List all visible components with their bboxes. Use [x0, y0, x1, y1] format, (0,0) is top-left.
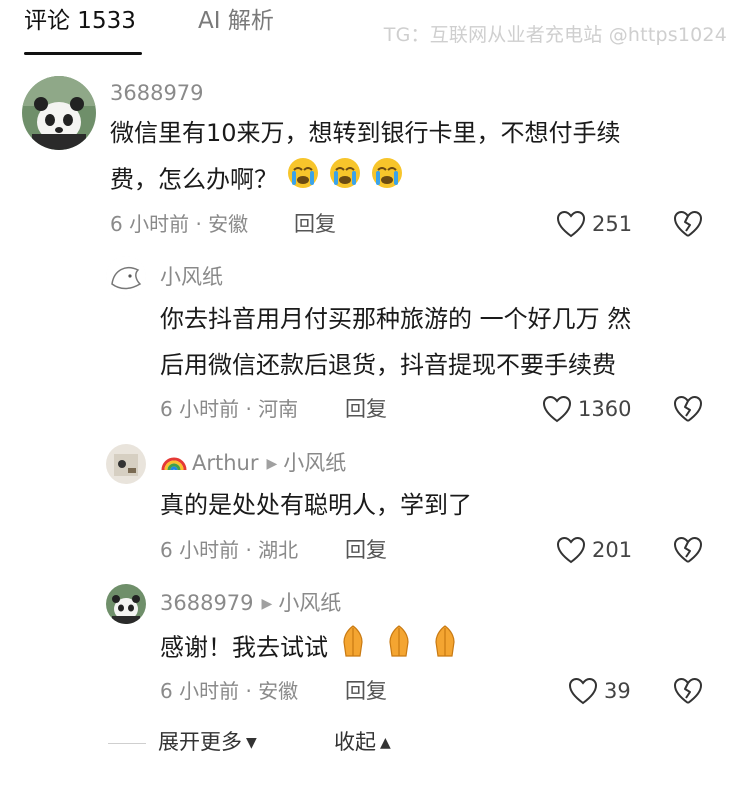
timestamp-location: 6 小时前 · 安徽: [110, 212, 249, 236]
broken-heart-icon: [674, 678, 702, 704]
username[interactable]: 3688979 ▶ 小风纸: [160, 590, 341, 619]
like-count: 1360: [578, 397, 632, 421]
username[interactable]: 小风纸: [160, 264, 223, 290]
dislike-button[interactable]: [672, 536, 704, 568]
like-button[interactable]: 251: [556, 210, 632, 238]
like-count: 251: [592, 212, 633, 236]
heart-icon: [542, 395, 572, 423]
folded-hands-icon: [389, 625, 409, 657]
username[interactable]: 3688979: [110, 80, 204, 106]
reply-button[interactable]: 回复: [345, 537, 387, 563]
comment-text: 感谢！我去试试: [160, 624, 720, 673]
like-count: 201: [592, 538, 633, 562]
avatar[interactable]: [22, 76, 96, 150]
reply-arrow-icon: ▶: [261, 596, 273, 612]
expand-divider: [108, 743, 146, 744]
collapse-button[interactable]: 收起 ▲: [334, 728, 391, 759]
expand-more-button[interactable]: 展开更多 ▼: [158, 728, 257, 759]
username[interactable]: Arthur ▶ 小风纸: [160, 450, 346, 479]
chevron-up-icon: ▲: [380, 735, 391, 751]
dislike-button[interactable]: [672, 210, 704, 242]
rainbow-icon: [160, 450, 188, 478]
dislike-button[interactable]: [672, 395, 704, 427]
timestamp-location: 6 小时前 · 湖北: [160, 538, 299, 562]
broken-heart-icon: [674, 396, 702, 422]
heart-icon: [568, 677, 598, 705]
dislike-button[interactable]: [672, 677, 704, 709]
heart-icon: [556, 210, 586, 238]
heart-icon: [556, 536, 586, 564]
like-button[interactable]: 1360: [542, 395, 631, 423]
active-tab-indicator: [24, 52, 142, 55]
crying-face-icon: [371, 158, 402, 188]
crying-face-icon: [287, 158, 318, 188]
reply-button[interactable]: 回复: [345, 678, 387, 704]
emoji-group: [336, 624, 460, 673]
folded-hands-icon: [435, 625, 455, 657]
reply-button[interactable]: 回复: [345, 396, 387, 422]
like-button[interactable]: 39: [568, 677, 631, 705]
comment-text: 真的是处处有聪明人，学到了: [160, 491, 472, 519]
tab-ai-analysis[interactable]: AI 解析: [198, 6, 274, 36]
broken-heart-icon: [674, 211, 702, 237]
comment-tabs: 评论 1533 AI 解析 TG：互联网从业者充电站 @https1024: [0, 0, 737, 60]
watermark: TG：互联网从业者充电站 @https1024: [383, 24, 727, 46]
avatar[interactable]: [106, 444, 146, 484]
like-count: 39: [604, 679, 631, 703]
like-button[interactable]: 201: [556, 536, 632, 564]
timestamp-location: 6 小时前 · 河南: [160, 397, 299, 421]
tab-comments[interactable]: 评论 1533: [24, 6, 136, 36]
comment-text: 你去抖音用月付买那种旅游的 一个好几万 然 后用微信还款后退货，抖音提现不要手续…: [160, 305, 632, 379]
folded-hands-icon: [343, 625, 363, 657]
avatar[interactable]: [106, 256, 146, 296]
avatar[interactable]: [106, 584, 146, 624]
crying-face-icon: [329, 158, 360, 188]
comment-text: 微信里有10来万，想转到银行卡里，不想付手续 费，怎么办啊？: [110, 110, 710, 205]
emoji-group: [286, 156, 404, 205]
broken-heart-icon: [674, 537, 702, 563]
timestamp-location: 6 小时前 · 安徽: [160, 679, 299, 703]
chevron-down-icon: ▼: [246, 735, 257, 751]
reply-button[interactable]: 回复: [294, 211, 336, 237]
reply-arrow-icon: ▶: [266, 456, 278, 472]
